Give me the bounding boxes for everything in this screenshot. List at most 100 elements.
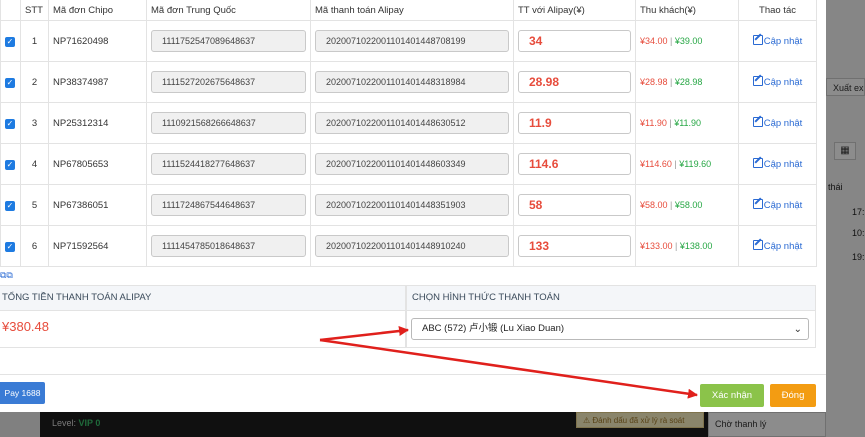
row-checkbox-cell: ✓ bbox=[0, 20, 21, 62]
china-order-cell: 1111527202675648637 bbox=[146, 61, 311, 103]
stt-cell: 6 bbox=[20, 225, 49, 267]
alipay-amount-field[interactable]: 11.9 bbox=[518, 112, 631, 134]
stt-cell: 3 bbox=[20, 102, 49, 144]
update-label: Cập nhật bbox=[763, 200, 803, 211]
alipay-code-field[interactable]: 2020071022001101401448351903 bbox=[315, 194, 509, 216]
actions-cell: Cập nhật bbox=[738, 225, 817, 267]
update-label: Cập nhật bbox=[763, 159, 803, 170]
price-separator: | bbox=[667, 76, 675, 87]
alipay-code-field[interactable]: 2020071022001101401448910240 bbox=[315, 235, 509, 257]
payment-method-select[interactable]: ABC (572) 卢小锻 (Lu Xiao Duan) ⌄ bbox=[411, 318, 809, 340]
alipay-amount-field[interactable]: 114.6 bbox=[518, 153, 631, 175]
customer-charge-cell: ¥28.98 | ¥28.98 bbox=[635, 61, 739, 103]
customer-charge-cell: ¥58.00 | ¥58.00 bbox=[635, 184, 739, 226]
table-row: ✓ 5 NP67386051 1111724867544648637 202007102… bbox=[0, 184, 817, 226]
edit-icon bbox=[752, 158, 763, 168]
table-row: ✓ 6 NP71592564 1111454785018648637 202007102… bbox=[0, 225, 817, 267]
customer-charge-cell: ¥11.90 | ¥11.90 bbox=[635, 102, 739, 144]
update-link[interactable]: Cập nhật bbox=[752, 158, 803, 170]
payment-method-label: CHỌN HÌNH THỨC THANH TOÁN bbox=[407, 286, 815, 311]
row-checkbox-cell: ✓ bbox=[0, 143, 21, 185]
customer-charge-header: Thu khách(¥) bbox=[635, 0, 739, 21]
china-order-cell: 1111454785018648637 bbox=[146, 225, 311, 267]
alipay-code-field[interactable]: 2020071022001101401448708199 bbox=[315, 30, 509, 52]
update-link[interactable]: Cập nhật bbox=[752, 35, 803, 47]
alipay-amount-field[interactable]: 133 bbox=[518, 235, 631, 257]
alipay-code-cell: 2020071022001101401448603349 bbox=[310, 143, 514, 185]
select-header bbox=[0, 0, 21, 21]
china-order-field[interactable]: 1111724867544648637 bbox=[151, 194, 306, 216]
footer-divider bbox=[0, 374, 826, 375]
alipay-code-field[interactable]: 2020071022001101401448318984 bbox=[315, 71, 509, 93]
row-checkbox[interactable]: ✓ bbox=[5, 241, 15, 252]
actions-cell: Cập nhật bbox=[738, 61, 817, 103]
charged-amount: ¥28.98 bbox=[640, 76, 668, 87]
collected-amount: ¥58.00 bbox=[674, 199, 703, 210]
china-order-field[interactable]: 1111527202675648637 bbox=[151, 71, 306, 93]
payment-method-value: ABC (572) 卢小锻 (Lu Xiao Duan) bbox=[422, 323, 565, 334]
row-checkbox[interactable]: ✓ bbox=[5, 118, 15, 129]
price-separator: | bbox=[667, 199, 675, 210]
china-order-field[interactable]: 1110921568266648637 bbox=[151, 112, 306, 134]
alipay-code-cell: 2020071022001101401448910240 bbox=[310, 225, 514, 267]
table-row: ✓ 1 NP71620498 1111752547089648637 202007102… bbox=[0, 20, 817, 62]
update-link[interactable]: Cập nhật bbox=[752, 240, 802, 252]
alipay-code-field[interactable]: 2020071022001101401448603349 bbox=[315, 153, 509, 175]
alipay-code-header: Mã thanh toán Alipay bbox=[310, 0, 514, 21]
row-checkbox-cell: ✓ bbox=[0, 184, 21, 226]
china-order-cell: 1111752547089648637 bbox=[146, 20, 311, 62]
charged-amount: ¥133.00 bbox=[640, 240, 673, 251]
confirm-button[interactable]: Xác nhận bbox=[700, 384, 764, 407]
table-header-row: STT Mã đơn Chipo Mã đơn Trung Quốc Mã th… bbox=[0, 0, 817, 21]
alipay-amount-field[interactable]: 58 bbox=[518, 194, 631, 216]
alipay-code-cell: 2020071022001101401448630512 bbox=[310, 102, 514, 144]
china-order-field[interactable]: 1111524418277648637 bbox=[151, 153, 306, 175]
row-checkbox[interactable]: ✓ bbox=[5, 200, 15, 211]
china-order-field[interactable]: 1111752547089648637 bbox=[151, 30, 306, 52]
stt-cell: 1 bbox=[20, 20, 49, 62]
collected-amount: ¥138.00 bbox=[679, 240, 713, 251]
actions-header: Thao tác bbox=[738, 0, 817, 21]
row-checkbox[interactable]: ✓ bbox=[5, 36, 15, 47]
charged-amount: ¥114.60 bbox=[640, 158, 672, 169]
alipay-amount-cell: 11.9 bbox=[513, 102, 636, 144]
update-label: Cập nhật bbox=[763, 36, 803, 47]
pay-1688-button[interactable]: Pay 1688 bbox=[0, 382, 45, 404]
table-row: ✓ 3 NP25312314 1110921568266648637 202007102… bbox=[0, 102, 817, 144]
alipay-code-field[interactable]: 2020071022001101401448630512 bbox=[315, 112, 509, 134]
total-label: TỔNG TIỀN THANH TOÁN ALIPAY bbox=[0, 286, 405, 311]
chipo-order-cell: NP67386051 bbox=[48, 184, 147, 226]
edit-icon bbox=[752, 117, 763, 127]
actions-cell: Cập nhật bbox=[738, 102, 817, 144]
actions-cell: Cập nhật bbox=[738, 20, 817, 62]
update-label: Cập nhật bbox=[763, 118, 803, 129]
stt-header: STT bbox=[20, 0, 49, 21]
alipay-code-cell: 2020071022001101401448708199 bbox=[310, 20, 514, 62]
chipo-order-cell: NP38374987 bbox=[48, 61, 147, 103]
collected-amount: ¥28.98 bbox=[674, 76, 703, 87]
alipay-amount-field[interactable]: 28.98 bbox=[518, 71, 631, 93]
close-button[interactable]: Đóng bbox=[770, 384, 816, 407]
actions-cell: Cập nhật bbox=[738, 143, 817, 185]
edit-icon bbox=[752, 199, 763, 209]
customer-charge-cell: ¥114.60 | ¥119.60 bbox=[635, 143, 739, 185]
row-checkbox[interactable]: ✓ bbox=[5, 77, 15, 88]
row-checkbox-cell: ✓ bbox=[0, 225, 21, 267]
china-order-header: Mã đơn Trung Quốc bbox=[146, 0, 311, 21]
actions-cell: Cập nhật bbox=[738, 184, 817, 226]
chipo-order-cell: NP25312314 bbox=[48, 102, 147, 144]
update-link[interactable]: Cập nhật bbox=[752, 76, 802, 88]
copy-icon[interactable]: ⧉⧉ bbox=[0, 270, 13, 281]
stt-cell: 5 bbox=[20, 184, 49, 226]
alipay-amount-cell: 114.6 bbox=[513, 143, 636, 185]
row-checkbox[interactable]: ✓ bbox=[5, 159, 15, 170]
update-link[interactable]: Cập nhật bbox=[752, 117, 803, 129]
update-link[interactable]: Cập nhật bbox=[752, 199, 803, 211]
alipay-amount-cell: 34 bbox=[513, 20, 636, 62]
alipay-amount-field[interactable]: 34 bbox=[518, 30, 631, 52]
payment-modal: STT Mã đơn Chipo Mã đơn Trung Quốc Mã th… bbox=[0, 0, 826, 412]
row-checkbox-cell: ✓ bbox=[0, 61, 21, 103]
chipo-order-cell: NP67805653 bbox=[48, 143, 147, 185]
china-order-field[interactable]: 1111454785018648637 bbox=[151, 235, 306, 257]
alipay-amount-cell: 28.98 bbox=[513, 61, 636, 103]
